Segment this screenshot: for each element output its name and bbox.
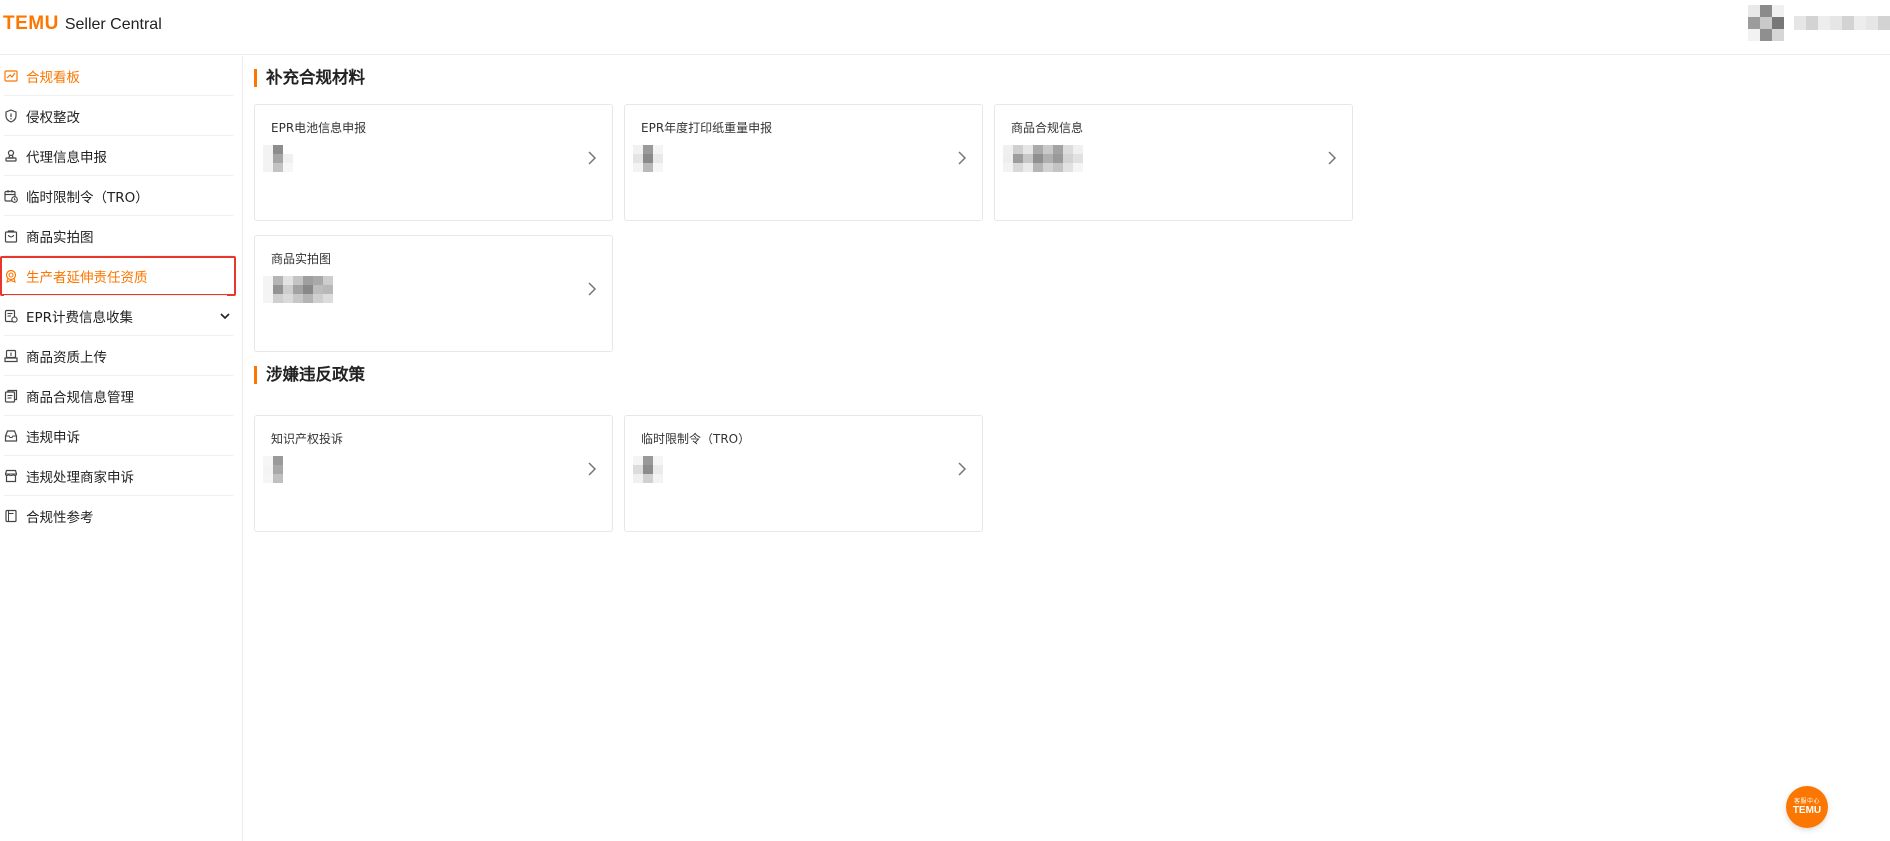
sidebar-item-label: 违规处理商家申诉 <box>26 470 134 486</box>
redacted-value <box>263 276 333 303</box>
sidebar-item-tro[interactable]: 临时限制令（TRO） <box>0 176 242 216</box>
calendar-clock-icon <box>4 189 18 203</box>
sidebar-item-label: 生产者延伸责任资质 <box>26 270 148 286</box>
redacted-value <box>1003 145 1083 172</box>
card-title: EPR电池信息申报 <box>271 121 367 135</box>
sidebar-item-compliance-info-management[interactable]: 商品合规信息管理 <box>0 376 242 416</box>
store-icon <box>4 469 18 483</box>
inbox-icon <box>4 429 18 443</box>
sidebar: 合规看板 侵权整改 代理信息申报 临时限制令（TRO） 商品实拍图 生产者延伸责… <box>0 56 243 841</box>
sidebar-item-epr-qualification[interactable]: 生产者延伸责任资质 <box>0 256 236 296</box>
sidebar-item-epr-fee-collection[interactable]: EPR计费信息收集 <box>0 296 242 336</box>
sidebar-item-label: 商品合规信息管理 <box>26 390 134 406</box>
customer-service-button[interactable]: 客服中心 TEMU <box>1786 786 1828 828</box>
card-title: 临时限制令（TRO） <box>641 432 751 446</box>
receipt-icon <box>4 309 18 323</box>
chevron-down-icon[interactable] <box>218 309 232 323</box>
card-title: 商品合规信息 <box>1011 121 1084 135</box>
stamp-icon <box>4 149 18 163</box>
chevron-right-icon <box>588 462 597 476</box>
temu-logo: TEMU <box>3 13 59 34</box>
chevron-right-icon <box>588 151 597 165</box>
sidebar-item-label: 商品资质上传 <box>26 350 107 366</box>
top-bar: TEMU Seller Central <box>0 0 1890 55</box>
section-title-supplementary-materials: 补充合规材料 <box>254 67 1874 89</box>
chevron-right-icon <box>958 462 967 476</box>
card-epr-paper-weight-declaration[interactable]: EPR年度打印纸重量申报 <box>624 104 983 221</box>
badge-icon <box>4 269 18 283</box>
card-title: 知识产权投诉 <box>271 432 344 446</box>
sidebar-item-label: 合规看板 <box>26 70 80 86</box>
sidebar-item-merchant-appeal[interactable]: 违规处理商家申诉 <box>0 456 242 496</box>
fab-brand: TEMU <box>1792 805 1822 816</box>
card-product-photos[interactable]: 商品实拍图 <box>254 235 613 352</box>
brand-logo[interactable]: TEMU Seller Central <box>3 13 162 35</box>
card-title: 商品实拍图 <box>271 252 332 266</box>
chevron-right-icon <box>1328 151 1337 165</box>
card-epr-battery-declaration[interactable]: EPR电池信息申报 <box>254 104 613 221</box>
sidebar-item-infringement-rectification[interactable]: 侵权整改 <box>0 96 242 136</box>
sidebar-item-label: EPR计费信息收集 <box>26 310 134 326</box>
sidebar-item-product-photos[interactable]: 商品实拍图 <box>0 216 242 256</box>
sidebar-item-violation-appeal[interactable]: 违规申诉 <box>0 416 242 456</box>
sidebar-item-qualification-upload[interactable]: 商品资质上传 <box>0 336 242 376</box>
main-content: 补充合规材料 EPR电池信息申报 EPR年度打印纸重量申报 商品合规信息 商品实… <box>254 56 1874 532</box>
documents-icon <box>4 389 18 403</box>
sidebar-item-label: 侵权整改 <box>26 110 80 126</box>
section-title-policy-violations: 涉嫌违反政策 <box>254 364 365 386</box>
username-redacted <box>1794 16 1890 30</box>
sidebar-item-compliance-dashboard[interactable]: 合规看板 <box>0 56 242 96</box>
sidebar-item-agent-info-declaration[interactable]: 代理信息申报 <box>0 136 242 176</box>
sidebar-item-label: 临时限制令（TRO） <box>26 190 149 206</box>
sidebar-item-label: 违规申诉 <box>26 430 80 446</box>
shopping-bag-icon <box>4 229 18 243</box>
card-ip-complaint[interactable]: 知识产权投诉 <box>254 415 613 532</box>
card-title: EPR年度打印纸重量申报 <box>641 121 773 135</box>
redacted-value <box>633 456 663 483</box>
upload-tray-icon <box>4 349 18 363</box>
redacted-value <box>263 145 293 172</box>
product-name: Seller Central <box>64 16 162 33</box>
avatar <box>1748 5 1784 41</box>
book-icon <box>4 509 18 523</box>
redacted-value <box>263 456 283 483</box>
sidebar-item-compliance-reference[interactable]: 合规性参考 <box>0 496 242 536</box>
card-product-compliance-info[interactable]: 商品合规信息 <box>994 104 1353 221</box>
sidebar-item-label: 商品实拍图 <box>26 230 94 246</box>
card-tro[interactable]: 临时限制令（TRO） <box>624 415 983 532</box>
user-menu[interactable] <box>1748 5 1890 41</box>
chevron-right-icon <box>958 151 967 165</box>
sidebar-item-label: 代理信息申报 <box>26 150 107 166</box>
sidebar-item-label: 合规性参考 <box>26 510 94 526</box>
redacted-value <box>633 145 663 172</box>
shield-alert-icon <box>4 109 18 123</box>
chevron-right-icon <box>588 282 597 296</box>
chart-icon <box>4 69 18 83</box>
